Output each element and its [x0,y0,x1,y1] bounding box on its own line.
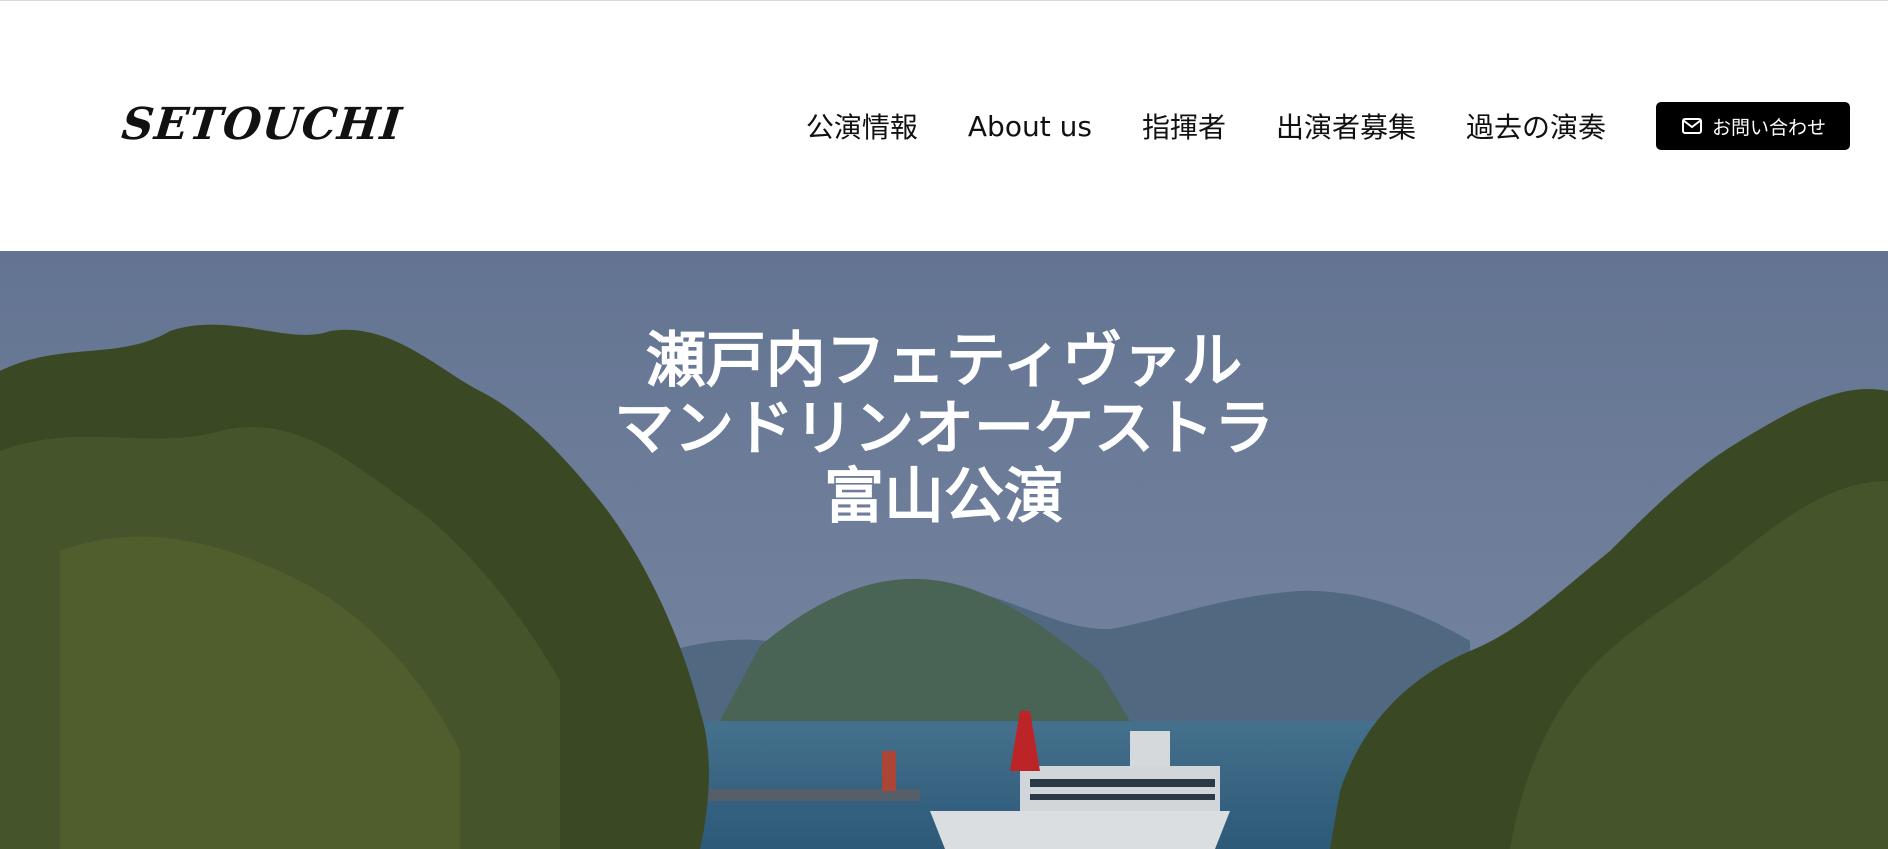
contact-button[interactable]: お問い合わせ [1655,102,1850,150]
hero-title-line: 瀬戸内フェティヴァル [645,326,1243,396]
site-logo[interactable]: SETOUCHI [119,99,404,150]
contact-button-label: お問い合わせ [1711,116,1826,139]
main-nav: 公演情報 About us 指揮者 出演者募集 過去の演奏 お問い合わせ [806,101,1850,151]
hero-title-line: マンドリンオーケストラ [614,394,1274,464]
mail-icon [1681,118,1702,134]
hero-banner: 瀬戸内フェティヴァル マンドリンオーケストラ 富山公演 [0,251,1888,849]
nav-item-about-us[interactable]: About us [968,110,1092,143]
nav-item-performance-info[interactable]: 公演情報 [806,106,918,146]
hero-title-line: 富山公演 [824,462,1064,532]
nav-item-performer-recruitment[interactable]: 出演者募集 [1276,106,1416,146]
hero-title: 瀬戸内フェティヴァル マンドリンオーケストラ 富山公演 [0,327,1888,531]
nav-item-past-performances[interactable]: 過去の演奏 [1466,106,1606,146]
site-header: SETOUCHI 公演情報 About us 指揮者 出演者募集 過去の演奏 お… [0,1,1888,251]
nav-item-conductor[interactable]: 指揮者 [1142,106,1226,146]
